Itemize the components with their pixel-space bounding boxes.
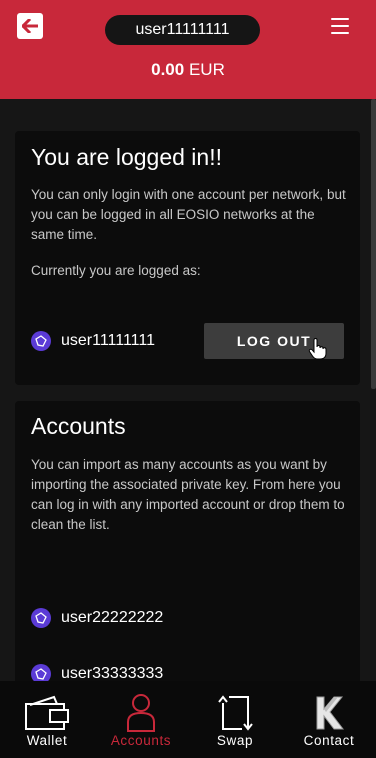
account-list-item[interactable]: user22222222	[31, 608, 163, 628]
eos-icon	[31, 608, 51, 628]
balance-amount: 0.00	[151, 60, 185, 79]
account-name: user22222222	[61, 609, 164, 626]
arrow-left-icon	[22, 19, 38, 33]
swap-icon	[211, 693, 259, 733]
logged-account-name: user11111111	[61, 332, 155, 349]
current-account-label: Currently you are logged as:	[31, 263, 201, 278]
account-list-item[interactable]: user33333333	[31, 664, 163, 681]
balance-currency: EUR	[188, 60, 225, 79]
nav-swap-label: Swap	[216, 733, 254, 748]
back-button[interactable]	[17, 13, 43, 39]
app-header: user11111111 0.00 EUR	[0, 0, 376, 99]
current-user-pill[interactable]: user11111111	[105, 15, 260, 45]
nav-accounts[interactable]: Accounts	[94, 681, 188, 758]
account-name: user33333333	[61, 665, 164, 681]
accounts-card-description: You can import as many accounts as you w…	[31, 457, 345, 532]
login-card-description: You can only login with one account per …	[31, 187, 346, 242]
current-username: user11111111	[135, 21, 230, 38]
wallet-icon	[23, 693, 71, 733]
nav-contact-label: Contact	[303, 733, 355, 748]
logged-account-row: user11111111	[31, 331, 155, 351]
accounts-card-title: Accounts	[31, 413, 126, 439]
balance-display: 0.00 EUR	[0, 60, 376, 80]
accounts-card: Accounts You can import as many accounts…	[15, 401, 360, 681]
nav-wallet[interactable]: Wallet	[0, 681, 94, 758]
main-content[interactable]: You are logged in!! You can only login w…	[0, 99, 376, 681]
hamburger-menu-icon[interactable]	[331, 18, 349, 34]
k-logo-icon	[305, 693, 353, 733]
nav-contact[interactable]: Contact	[282, 681, 376, 758]
user-icon	[117, 693, 165, 733]
nav-accounts-label: Accounts	[110, 733, 172, 748]
hand-cursor-icon	[308, 338, 327, 360]
bottom-navigation: Wallet Accounts Swap Contact	[0, 681, 376, 758]
login-card-title: You are logged in!!	[31, 144, 222, 170]
eos-icon	[31, 331, 51, 351]
scrollbar[interactable]	[371, 99, 376, 389]
nav-wallet-label: Wallet	[26, 733, 68, 748]
nav-swap[interactable]: Swap	[188, 681, 282, 758]
eos-icon	[31, 664, 51, 681]
